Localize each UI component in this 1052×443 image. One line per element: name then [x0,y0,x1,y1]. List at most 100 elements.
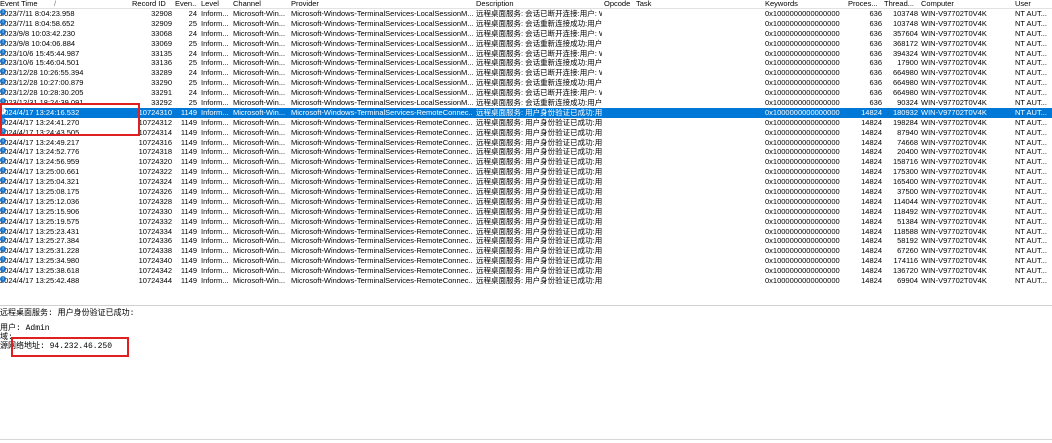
cell-event-id: 1149 [180,226,197,236]
cell-user: NT AUT... [1015,187,1047,197]
table-row[interactable]: i 2023/12/28 10:27:00.879 33290 25 Inform...… [0,78,1052,88]
table-row[interactable]: i 2024/4/17 13:25:27.384 10724336 1149 Infor… [0,236,1052,246]
cell-computer: WIN-V97702T0V4K [921,98,987,108]
header-col-user[interactable]: User [1015,0,1052,8]
table-row[interactable]: i 2024/4/17 13:25:38.618 10724342 1149 Infor… [0,266,1052,276]
cell-event-time-text: 2023/10/6 15:46:04.501 [0,58,80,68]
table-row[interactable]: i 2024/4/17 13:25:42.488 10724344 1149 Infor… [0,276,1052,286]
cell-level: Inform... [201,9,229,18]
table-row[interactable]: i 2024/4/17 13:25:15.906 10724330 1149 Infor… [0,206,1052,217]
cell-computer: WIN-V97702T0V4K [921,117,987,127]
cell-keywords: 0x1000000000000000 [765,88,840,98]
cell-event-time: i 2024/4/17 13:25:12.036 [0,196,130,207]
table-row[interactable]: i 2024/4/17 13:24:49.217 10724316 1149 Infor… [0,137,1052,148]
table-row[interactable]: i 2024/4/17 13:25:00.661 10724322 1149 Infor… [0,167,1052,177]
cell-event-time: i 2023/9/8 10:03:42.230 [0,28,130,39]
cell-record-id: 10724318 [138,147,172,157]
table-row-selected[interactable]: i 2024/4/17 13:24:16.532 10724310 1149 Infor… [0,107,1052,118]
header-col-opcode[interactable]: Opcode [604,0,634,8]
table-row[interactable]: i 2023/10/6 15:45:44.987 33135 24 Inform... M… [0,48,1052,59]
table-row[interactable]: i 2024/4/17 13:25:12.036 10724328 1149 Infor… [0,196,1052,207]
cell-channel: Microsoft-Win... [233,246,286,256]
header-col-level[interactable]: Level [201,0,231,8]
cell-record-id: 10724332 [138,216,172,226]
info-icon: i [0,9,6,15]
table-row[interactable]: i 2024/4/17 13:25:19.575 10724332 1149 Infor… [0,216,1052,227]
event-rows: i 2023/7/11 8:04:23.958 32908 24 Inform... Mi… [0,9,1052,286]
header-col-task[interactable]: Task [636,0,762,8]
cell-thread-id: 357604 [892,28,918,38]
cell-event-time-text: 2023/10/6 15:45:44.987 [0,48,80,58]
header-col-channel[interactable]: Channel [233,0,289,8]
table-row[interactable]: i 2024/4/17 13:25:08.175 10724326 1149 Infor… [0,187,1052,197]
cell-channel: Microsoft-Win... [233,18,286,28]
cell-user: NT AUT... [1015,216,1047,226]
cell-description: 远程桌面服务: 用户身份验证已成功:用... [476,167,602,177]
cell-event-id: 1149 [180,177,197,187]
cell-event-time: i 2024/4/17 13:25:00.661 [0,167,130,177]
table-row[interactable]: i 2024/4/17 13:24:43.505 10724314 1149 Infor… [0,127,1052,138]
detail-user: 用户: Admin [0,324,50,333]
table-row[interactable]: i 2023/12/31 18:24:39.091 33292 25 Inform...… [0,98,1052,108]
header-col-provider[interactable]: Provider [291,0,473,8]
cell-computer: WIN-V97702T0V4K [921,187,987,197]
cell-event-time-text: 2023/7/11 8:04:58.652 [0,18,75,28]
header-col-process-id[interactable]: Proces... [848,0,882,8]
table-row[interactable]: i 2024/4/17 13:24:56.959 10724320 1149 Infor… [0,157,1052,167]
cell-event-time-text: 2023/12/28 10:28:30.205 [0,88,84,98]
header-col-description[interactable]: Description [476,0,602,8]
cell-user: NT AUT... [1015,98,1047,108]
cell-record-id: 33069 [151,38,172,48]
table-row[interactable]: i 2023/7/11 8:04:58.652 32909 25 Inform... Mi… [0,18,1052,29]
header-col-thread-id[interactable]: Thread... [884,0,918,8]
table-row[interactable]: i 2024/4/17 13:24:41.270 10724312 1149 Infor… [0,117,1052,128]
cell-process-id: 636 [869,98,882,108]
cell-user: NT AUT... [1015,196,1047,206]
cell-record-id: 10724320 [138,157,172,167]
cell-user: NT AUT... [1015,48,1047,58]
cell-keywords: 0x1000000000000000 [765,28,840,38]
header-col-computer[interactable]: Computer [921,0,1011,8]
cell-process-id: 14824 [861,137,882,147]
cell-channel: Microsoft-Win... [233,127,286,137]
table-row[interactable]: i 2023/9/8 10:03:42.230 33068 24 Inform... Mi… [0,28,1052,39]
cell-channel: Microsoft-Win... [233,256,286,266]
cell-description: 远程桌面服务: 用户身份验证已成功:用... [476,127,602,137]
cell-record-id: 33068 [151,28,172,38]
table-row[interactable]: i 2023/12/28 10:28:30.205 33291 24 Inform...… [0,88,1052,98]
cell-event-id: 1149 [180,256,197,266]
cell-channel: Microsoft-Win... [233,88,286,98]
cell-description: 远程桌面服务: 会话重新连接成功:用户: ... [476,38,602,48]
cell-computer: WIN-V97702T0V4K [921,147,987,157]
table-row[interactable]: i 2024/4/17 13:25:04.321 10724324 1149 Infor… [0,177,1052,187]
cell-computer: WIN-V97702T0V4K [921,256,987,266]
info-icon: i [0,18,6,25]
event-grid: Event Time Record ID Even... Level Channel Pr… [0,0,1052,286]
table-row[interactable]: i 2023/9/8 10:04:06.884 33069 25 Inform... Mi… [0,38,1052,49]
header-col-keywords[interactable]: Keywords [765,0,845,8]
event-detail-pane: 远程桌面服务: 用户身份验证已成功: 用户: Admin 域: 源网络地址: 9… [0,305,1052,443]
cell-channel: Microsoft-Win... [233,68,286,78]
cell-thread-id: 394324 [892,48,918,58]
table-row[interactable]: i 2024/4/17 13:25:31.228 10724338 1149 Infor… [0,246,1052,256]
table-row[interactable]: i 2023/12/28 10:26:55.394 33289 24 Inform...… [0,68,1052,78]
header-col-record-id[interactable]: Record ID [132,0,172,8]
cell-user: NT AUT... [1015,157,1047,167]
cell-event-id: 25 [188,38,197,48]
cell-level: Inform... [201,167,229,177]
header-col-event-id[interactable]: Even... [175,0,197,8]
cell-event-time: i 2023/12/28 10:27:00.879 [0,78,130,88]
cell-description: 远程桌面服务: 用户身份验证已成功:用... [476,266,602,276]
cell-provider: Microsoft-Windows-TerminalServices-Local… [291,9,473,18]
header-col-event-time[interactable]: Event Time [0,0,130,8]
table-row[interactable]: i 2023/7/11 8:04:23.958 32908 24 Inform... Mi… [0,9,1052,19]
table-row[interactable]: i 2024/4/17 13:25:34.980 10724340 1149 Infor… [0,256,1052,266]
cell-event-id: 24 [188,48,197,58]
cell-record-id: 10724338 [138,246,172,256]
table-row[interactable]: i 2024/4/17 13:24:52.776 10724318 1149 Infor… [0,147,1052,157]
table-row[interactable]: i 2023/10/6 15:46:04.501 33136 25 Inform... M… [0,58,1052,68]
cell-provider: Microsoft-Windows-TerminalServices-Remot… [291,196,473,206]
cell-event-id: 24 [188,68,197,78]
table-row[interactable]: i 2024/4/17 13:25:23.431 10724334 1149 Infor… [0,226,1052,237]
cell-event-time-text: 2024/4/17 13:25:23.431 [0,226,80,236]
